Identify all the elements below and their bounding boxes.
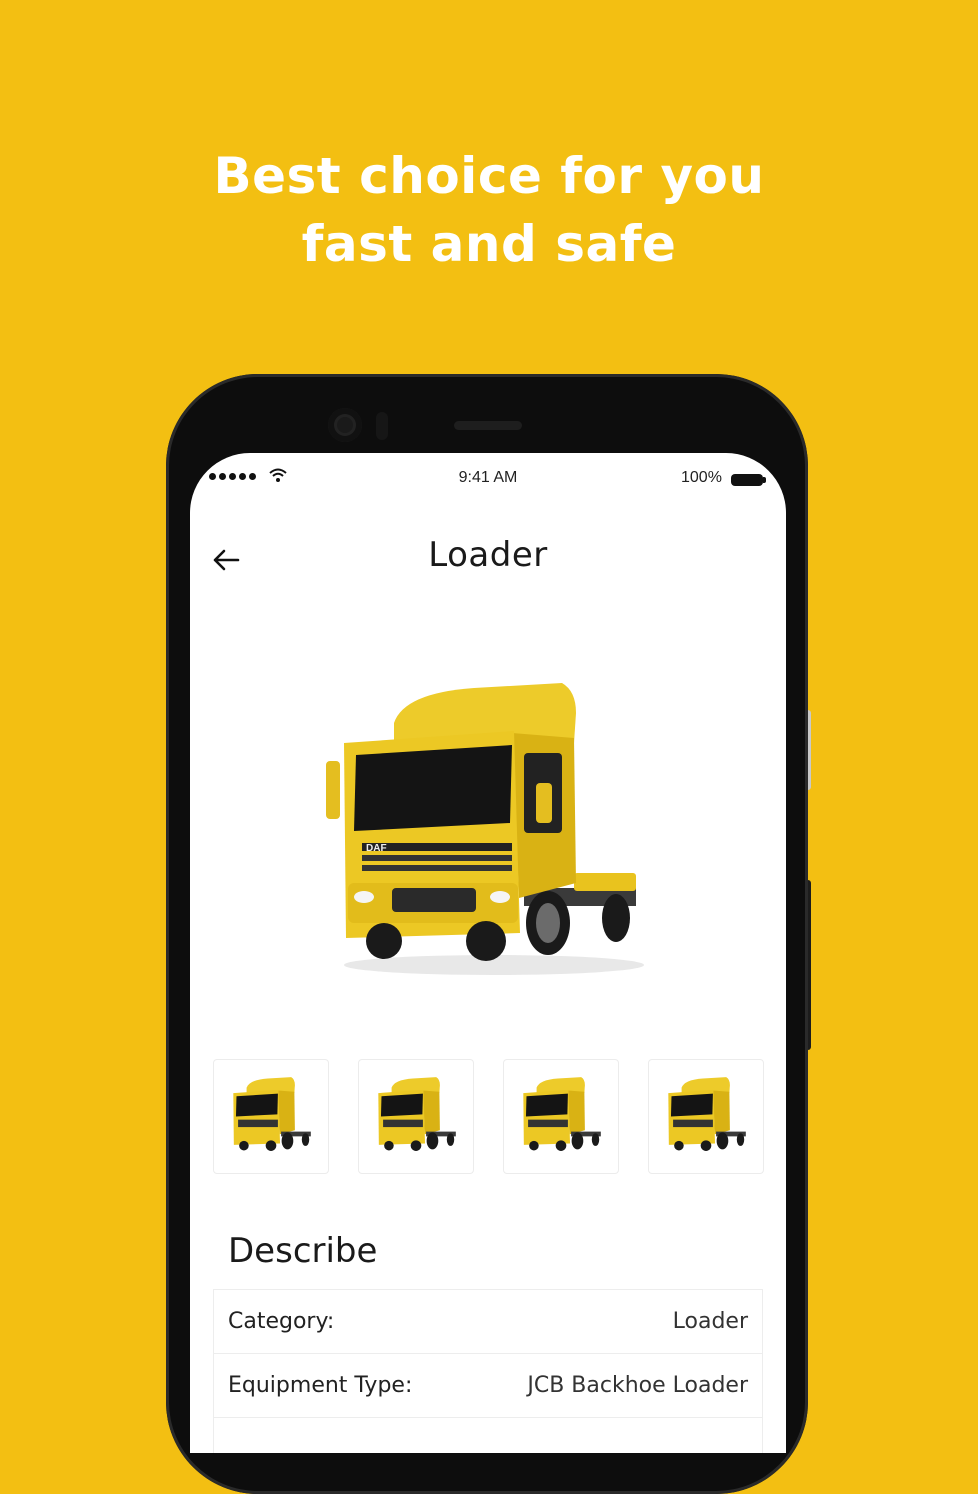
truck-image: DAF <box>326 683 644 975</box>
truck-thumbnail-icon <box>668 1076 746 1151</box>
page-title: Loader <box>428 535 548 575</box>
headline: Best choice for you fast and safe <box>0 142 978 278</box>
truck-thumbnail-icon <box>523 1076 601 1151</box>
front-camera <box>328 408 362 442</box>
earpiece-speaker <box>454 421 522 430</box>
row-value: Loader <box>672 1309 748 1334</box>
truck-thumbnail-icon <box>378 1076 456 1151</box>
describe-title: Describe <box>228 1231 378 1271</box>
row-label: Equipment Type: <box>228 1373 413 1398</box>
battery-percent: 100% <box>681 469 722 486</box>
row-value: JCB Backhoe Loader <box>527 1373 748 1398</box>
thumbnail[interactable] <box>503 1059 619 1174</box>
describe-table: Category: Loader Equipment Type: JCB Bac… <box>213 1289 763 1453</box>
svg-text:DAF: DAF <box>366 843 387 854</box>
headline-line-1: Best choice for you <box>213 147 765 205</box>
proximity-sensor <box>376 412 388 440</box>
row-label: Category: <box>228 1309 335 1334</box>
truck-thumbnail-icon <box>233 1076 311 1151</box>
thumbnail-strip <box>213 1059 764 1174</box>
status-bar: 9:41 AM 100% <box>190 453 786 503</box>
battery-icon <box>731 474 766 486</box>
table-row: Category: Loader <box>213 1289 763 1353</box>
thumbnail[interactable] <box>358 1059 474 1174</box>
thumbnail[interactable] <box>648 1059 764 1174</box>
table-row <box>213 1417 763 1453</box>
thumbnail[interactable] <box>213 1059 329 1174</box>
headline-line-2: fast and safe <box>301 215 677 273</box>
app-screen: 9:41 AM 100% Loader DAF Describe Categor… <box>190 453 786 1453</box>
table-row: Equipment Type: JCB Backhoe Loader <box>213 1353 763 1417</box>
